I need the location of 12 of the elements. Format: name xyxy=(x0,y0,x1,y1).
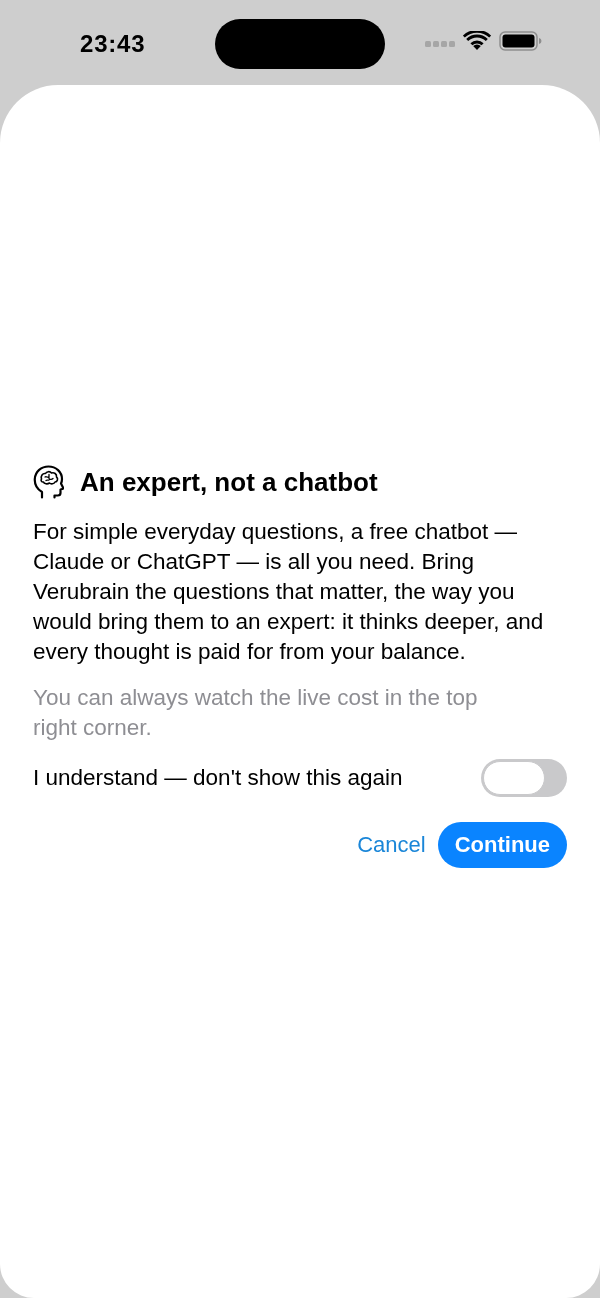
head-brain-icon xyxy=(33,465,64,499)
continue-button[interactable]: Continue xyxy=(437,822,567,868)
wifi-icon xyxy=(463,31,491,51)
toggle-switch[interactable] xyxy=(481,759,567,797)
dialog-message: For simple everyday questions, a free chatbot — Claude or ChatGPT — is all you need. Bring Verubrain the questions that matter, the way you would bring them to an expert: it thinks deeper, and every thought is paid for from your balance. xyxy=(33,518,545,666)
cancel-button[interactable]: Cancel xyxy=(353,825,430,865)
status-time: 23:43 xyxy=(80,29,146,59)
battery-icon xyxy=(499,31,542,51)
cellular-signal-icon xyxy=(425,40,455,48)
dialog-note: You can always watch the live cost in the top right corner. xyxy=(33,684,479,742)
dialog-title: An expert, not a chatbot xyxy=(80,466,378,498)
toggle-label: I understand — don't show this again xyxy=(33,764,403,792)
